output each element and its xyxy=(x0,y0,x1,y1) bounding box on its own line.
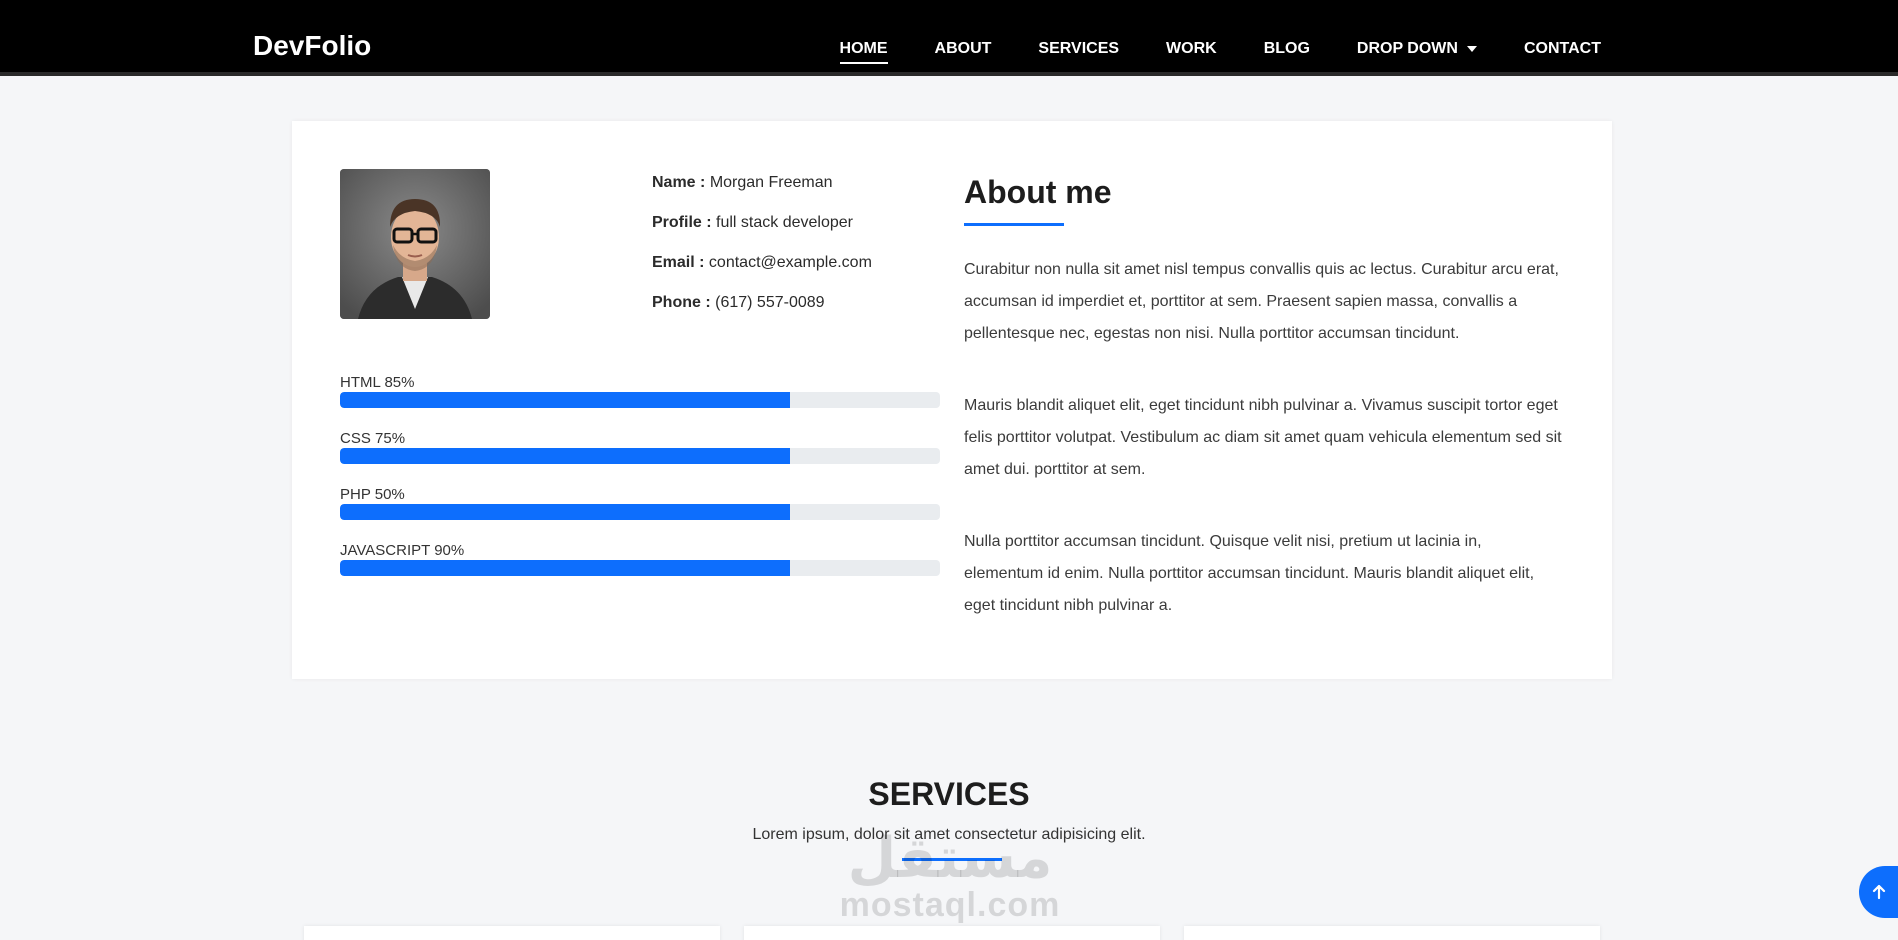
nav-links: HOME ABOUT SERVICES WORK BLOG DROP DOWN … xyxy=(793,40,1601,64)
email-value: contact@example.com xyxy=(708,254,872,271)
service-card[interactable] xyxy=(1184,926,1600,940)
services-subtitle: Lorem ipsum, dolor sit amet consectetur … xyxy=(752,826,1146,843)
skill-label: PHP 50% xyxy=(340,486,405,503)
avatar-portrait-image xyxy=(340,169,490,319)
skill-label: HTML 85% xyxy=(340,374,415,391)
nav-dropdown-label: DROP DOWN xyxy=(1356,40,1458,57)
services-title: SERVICES xyxy=(868,776,1030,812)
skill-label: CSS 75% xyxy=(340,430,406,447)
phone-label: Phone : xyxy=(652,294,711,311)
about-title: About me xyxy=(964,174,1112,210)
skill-label: JAVASCRIPT 90% xyxy=(340,542,465,559)
skill-php: PHP 50% xyxy=(340,485,940,541)
profile-info: Name : Morgan Freeman Profile : full sta… xyxy=(652,173,872,333)
nav-work[interactable]: WORK xyxy=(1166,40,1217,64)
arrow-up-icon xyxy=(1872,884,1886,900)
progress-bar xyxy=(340,504,790,520)
title-underline xyxy=(964,223,1064,226)
info-name: Name : Morgan Freeman xyxy=(652,173,872,213)
phone-value: (617) 557-0089 xyxy=(715,294,825,311)
profile-value: full stack developer xyxy=(716,214,853,231)
navbar: DevFolio HOME ABOUT SERVICES WORK BLOG D… xyxy=(0,0,1898,76)
watermark-latin: mostaql.com xyxy=(839,886,1061,924)
about-section: About me Curabitur non nulla sit amet ni… xyxy=(964,171,1564,622)
nav-services[interactable]: SERVICES xyxy=(1038,40,1119,64)
info-profile: Profile : full stack developer xyxy=(652,213,872,253)
caret-down-icon xyxy=(1466,46,1477,52)
progress-bar xyxy=(340,392,790,408)
name-value: Morgan Freeman xyxy=(709,174,833,191)
progress-bar xyxy=(340,560,790,576)
service-card[interactable] xyxy=(304,926,720,940)
skill-html: HTML 85% xyxy=(340,373,940,429)
profile-label: Profile : xyxy=(652,214,712,231)
info-phone: Phone : (617) 557-0089 xyxy=(652,293,872,333)
name-label: Name : xyxy=(652,174,706,191)
about-card: Name : Morgan Freeman Profile : full sta… xyxy=(292,121,1612,679)
brand-logo[interactable]: DevFolio xyxy=(253,30,371,62)
skill-javascript: JAVASCRIPT 90% xyxy=(340,541,940,597)
nav-blog[interactable]: BLOG xyxy=(1264,40,1310,64)
watermark: مستقل mostaql.com xyxy=(830,830,1070,925)
back-to-top-button[interactable] xyxy=(1859,866,1898,918)
nav-about[interactable]: ABOUT xyxy=(935,40,992,64)
progress-track xyxy=(340,560,940,576)
about-paragraph: Nulla porttitor accumsan tincidunt. Quis… xyxy=(964,533,1535,614)
about-paragraph: Mauris blandit aliquet elit, eget tincid… xyxy=(964,397,1562,478)
avatar xyxy=(340,169,490,319)
nav-dropdown[interactable]: DROP DOWN xyxy=(1357,40,1477,64)
nav-contact[interactable]: CONTACT xyxy=(1524,40,1601,64)
nav-home[interactable]: HOME xyxy=(839,40,888,64)
progress-track xyxy=(340,448,940,464)
service-card[interactable] xyxy=(744,926,1160,940)
email-label: Email : xyxy=(652,254,705,271)
skill-css: CSS 75% xyxy=(340,429,940,485)
info-email: Email : contact@example.com xyxy=(652,253,872,293)
about-paragraph: Curabitur non nulla sit amet nisl tempus… xyxy=(964,261,1559,342)
progress-track xyxy=(340,392,940,408)
services-underline xyxy=(902,858,1002,861)
skills-list: HTML 85% CSS 75% PHP 50% JAVASCRIPT 90% xyxy=(340,373,940,597)
progress-bar xyxy=(340,448,790,464)
progress-track xyxy=(340,504,940,520)
